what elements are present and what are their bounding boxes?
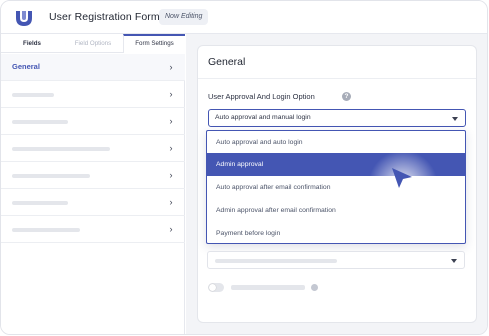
approval-select[interactable]: Auto approval and manual login bbox=[208, 109, 466, 127]
user-registration-logo-icon bbox=[16, 11, 32, 26]
dropdown-option[interactable]: Auto approval and auto login bbox=[207, 131, 465, 154]
sidebar-item[interactable]: › bbox=[1, 189, 185, 216]
select-placeholder bbox=[215, 259, 337, 263]
toggle-switch[interactable] bbox=[208, 283, 224, 292]
sidebar-item[interactable]: › bbox=[1, 108, 185, 135]
sidebar-item-placeholder bbox=[12, 201, 68, 205]
tab-field-options[interactable]: Field Options bbox=[63, 34, 123, 53]
sidebar-item-placeholder bbox=[12, 93, 54, 97]
caret-down-icon bbox=[452, 117, 458, 121]
help-icon[interactable] bbox=[311, 284, 318, 291]
divider bbox=[198, 78, 476, 79]
section-title: General bbox=[208, 56, 246, 68]
sidebar-item-general[interactable]: General › bbox=[1, 54, 185, 81]
select-value: Auto approval and manual login bbox=[215, 114, 311, 121]
sidebar-item-label: General bbox=[12, 62, 40, 71]
sidebar-item[interactable]: › bbox=[1, 162, 185, 189]
sidebar-item[interactable]: › bbox=[1, 135, 185, 162]
sidebar-item-placeholder bbox=[12, 174, 90, 178]
dropdown-option[interactable]: Payment before login bbox=[207, 222, 465, 245]
sidebar-item-placeholder bbox=[12, 120, 68, 124]
chevron-right-icon: › bbox=[169, 170, 173, 180]
status-badge: Now Editing bbox=[159, 9, 209, 25]
sidebar-item-placeholder bbox=[12, 147, 110, 151]
sidebar: Fields Field Options Form Settings Gener… bbox=[1, 34, 185, 334]
toggle-knob bbox=[209, 284, 216, 291]
caret-down-icon bbox=[451, 259, 457, 263]
sidebar-tabs: Fields Field Options Form Settings bbox=[1, 34, 185, 53]
chevron-right-icon: › bbox=[169, 62, 173, 72]
help-icon[interactable]: ? bbox=[342, 92, 351, 101]
chevron-right-icon: › bbox=[169, 143, 173, 153]
chevron-right-icon: › bbox=[169, 116, 173, 126]
toggle-label-placeholder bbox=[231, 285, 305, 290]
sidebar-item-placeholder bbox=[12, 228, 80, 232]
tab-fields[interactable]: Fields bbox=[1, 34, 63, 53]
chevron-right-icon: › bbox=[169, 224, 173, 234]
page-title: User Registration Form bbox=[49, 11, 160, 23]
sidebar-item[interactable]: › bbox=[1, 81, 185, 108]
chevron-right-icon: › bbox=[169, 89, 173, 99]
mouse-cursor-icon bbox=[392, 168, 412, 188]
chevron-right-icon: › bbox=[169, 197, 173, 207]
header: User Registration Form Now Editing bbox=[1, 1, 487, 34]
sidebar-item[interactable]: › bbox=[1, 216, 185, 243]
secondary-select[interactable] bbox=[207, 251, 465, 269]
field-label: User Approval And Login Option bbox=[208, 92, 315, 101]
tab-form-settings[interactable]: Form Settings bbox=[123, 34, 185, 53]
